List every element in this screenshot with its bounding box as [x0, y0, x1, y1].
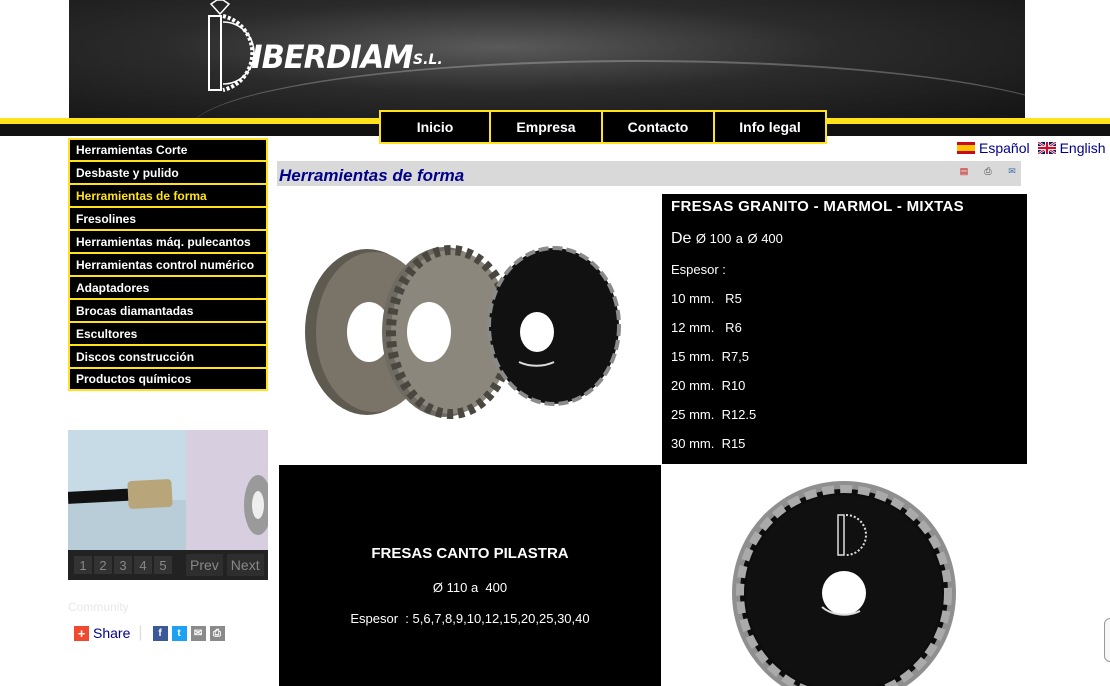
logo-text: IBERDIAM — [251, 38, 413, 76]
pager-page-2[interactable]: 2 — [94, 556, 112, 574]
top-nav: Inicio Empresa Contacto Info legal — [379, 110, 827, 144]
spec2-title: FRESAS CANTO PILASTRA — [371, 545, 569, 562]
spec1-line: 25 mm. R12.5 — [671, 407, 757, 422]
pager-prev-button[interactable]: Prev — [186, 554, 223, 576]
sidebar-item-herramientas-corte[interactable]: Herramientas Corte — [68, 138, 268, 161]
slide-pager: 1 2 3 4 5 Prev Next — [68, 550, 268, 580]
language-switcher: Español English — [957, 140, 1110, 156]
sidebar-item-fresolines[interactable]: Fresolines — [68, 207, 268, 230]
flag-es-icon — [957, 142, 975, 154]
sidebar-item-brocas[interactable]: Brocas diamantadas — [68, 299, 268, 322]
spec1-range-from: Ø 100 — [695, 231, 732, 246]
pdf-icon[interactable]: ▤ — [957, 164, 971, 178]
page-tools: ▤ ⎙ ✉ — [957, 164, 1019, 178]
spec1-line: 10 mm. R5 — [671, 291, 742, 306]
lang-english-label: English — [1059, 140, 1106, 156]
spec1-range: De Ø 100 a Ø 400 — [671, 230, 783, 248]
sidebar-item-pulecantos[interactable]: Herramientas máq. pulecantos — [68, 230, 268, 253]
logo-suffix: S.L. — [413, 52, 443, 68]
spec1-line: 12 mm. R6 — [671, 320, 742, 335]
spec-panel-pilastra: FRESAS CANTO PILASTRA Ø 110 a 400 Espeso… — [279, 465, 661, 686]
lang-espanol[interactable]: Español — [957, 140, 1030, 156]
share-link[interactable]: Share — [93, 625, 130, 641]
spec1-range-to: Ø 400 — [747, 231, 783, 246]
print-page-icon[interactable]: ⎙ — [981, 164, 995, 178]
product-image-disco — [662, 465, 1027, 686]
spec-panel-granito: FRESAS GRANITO - MARMOL - MIXTAS De Ø 10… — [662, 194, 1027, 464]
spec2-thickness: Espesor : 5,6,7,8,9,10,12,15,20,25,30,40 — [350, 611, 590, 626]
sidebar-item-escultores[interactable]: Escultores — [68, 322, 268, 345]
nav-empresa[interactable]: Empresa — [491, 110, 603, 144]
email-page-icon[interactable]: ✉ — [1005, 164, 1019, 178]
sidebar-item-control-numerico[interactable]: Herramientas control numérico — [68, 253, 268, 276]
share-plus-icon[interactable]: + — [74, 625, 89, 641]
fresas-discs-image — [305, 245, 621, 419]
spec1-thickness-label: Espesor : — [671, 262, 726, 277]
share-divider: | — [138, 624, 143, 641]
side-scroll-tab[interactable] — [1104, 618, 1110, 662]
print-icon[interactable]: ⎙ — [209, 625, 225, 641]
header-banner: IBERDIAM S.L. — [69, 0, 1025, 118]
lang-espanol-label: Español — [979, 140, 1030, 156]
spec2-range: Ø 110 a 400 — [432, 580, 508, 595]
flag-gb-icon — [1037, 142, 1056, 154]
disco-image — [732, 481, 956, 686]
lang-english[interactable]: English — [1037, 140, 1106, 156]
pager-page-5[interactable]: 5 — [154, 556, 172, 574]
nav-contacto[interactable]: Contacto — [603, 110, 715, 144]
email-icon[interactable]: ✉ — [190, 625, 206, 641]
pager-page-1[interactable]: 1 — [74, 556, 92, 574]
page-title: Herramientas de forma — [279, 166, 465, 185]
share-heading: Community — [68, 600, 129, 614]
share-bar: + Share | f t ✉ ⎙ — [70, 624, 225, 642]
slideshow: 1 2 3 4 5 Prev Next — [68, 430, 268, 580]
sidebar-item-discos-construccion[interactable]: Discos construcción — [68, 345, 268, 368]
pager-page-3[interactable]: 3 — [114, 556, 132, 574]
facebook-icon[interactable]: f — [152, 625, 168, 641]
sidebar-item-productos-quimicos[interactable]: Productos químicos — [68, 368, 268, 391]
spec1-range-mid: a — [735, 231, 744, 246]
sidebar-item-adaptadores[interactable]: Adaptadores — [68, 276, 268, 299]
spec1-line: 15 mm. R7,5 — [671, 349, 750, 364]
spec1-range-prefix: De — [671, 230, 692, 247]
sidebar-menu: Herramientas Corte Desbaste y pulido Her… — [68, 138, 268, 391]
page-title-bar: Herramientas de forma ▤ ⎙ ✉ — [277, 161, 1021, 186]
product-image-fresas — [279, 194, 661, 464]
sidebar-item-desbaste-pulido[interactable]: Desbaste y pulido — [68, 161, 268, 184]
spec1-title: FRESAS GRANITO - MARMOL - MIXTAS — [671, 198, 964, 215]
spec1-line: 30 mm. R15 — [671, 436, 746, 451]
nav-info-legal[interactable]: Info legal — [715, 110, 827, 144]
pager-page-4[interactable]: 4 — [134, 556, 152, 574]
nav-inicio[interactable]: Inicio — [379, 110, 491, 144]
sidebar-item-herramientas-forma[interactable]: Herramientas de forma — [68, 184, 268, 207]
slide-image[interactable] — [68, 430, 268, 550]
twitter-icon[interactable]: t — [171, 625, 187, 641]
spec1-line: 20 mm. R10 — [671, 378, 746, 393]
pager-next-button[interactable]: Next — [226, 554, 264, 576]
